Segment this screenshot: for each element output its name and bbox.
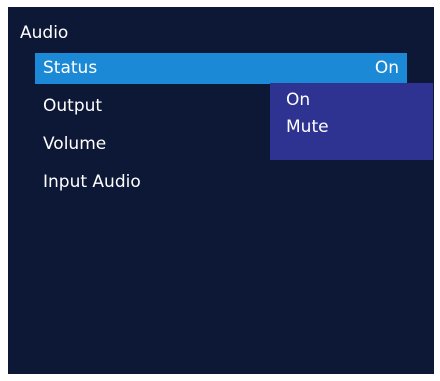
dropdown-option-on[interactable]: On (286, 89, 310, 111)
menu-title: Audio (20, 23, 69, 43)
menu-item-label: Input Audio (43, 172, 141, 192)
menu-item-value: On (374, 58, 399, 78)
menu-item-input-audio[interactable]: Input Audio (35, 167, 407, 198)
menu-item-label: Volume (43, 134, 107, 154)
status-dropdown: On Mute (270, 83, 433, 160)
menu-item-label: Output (43, 96, 103, 116)
menu-item-label: Status (43, 58, 98, 78)
menu-item-status[interactable]: Status On (35, 53, 407, 84)
dropdown-option-mute[interactable]: Mute (286, 116, 329, 138)
osd-menu-panel: Audio Status On Output Volume Input Audi… (8, 7, 434, 374)
